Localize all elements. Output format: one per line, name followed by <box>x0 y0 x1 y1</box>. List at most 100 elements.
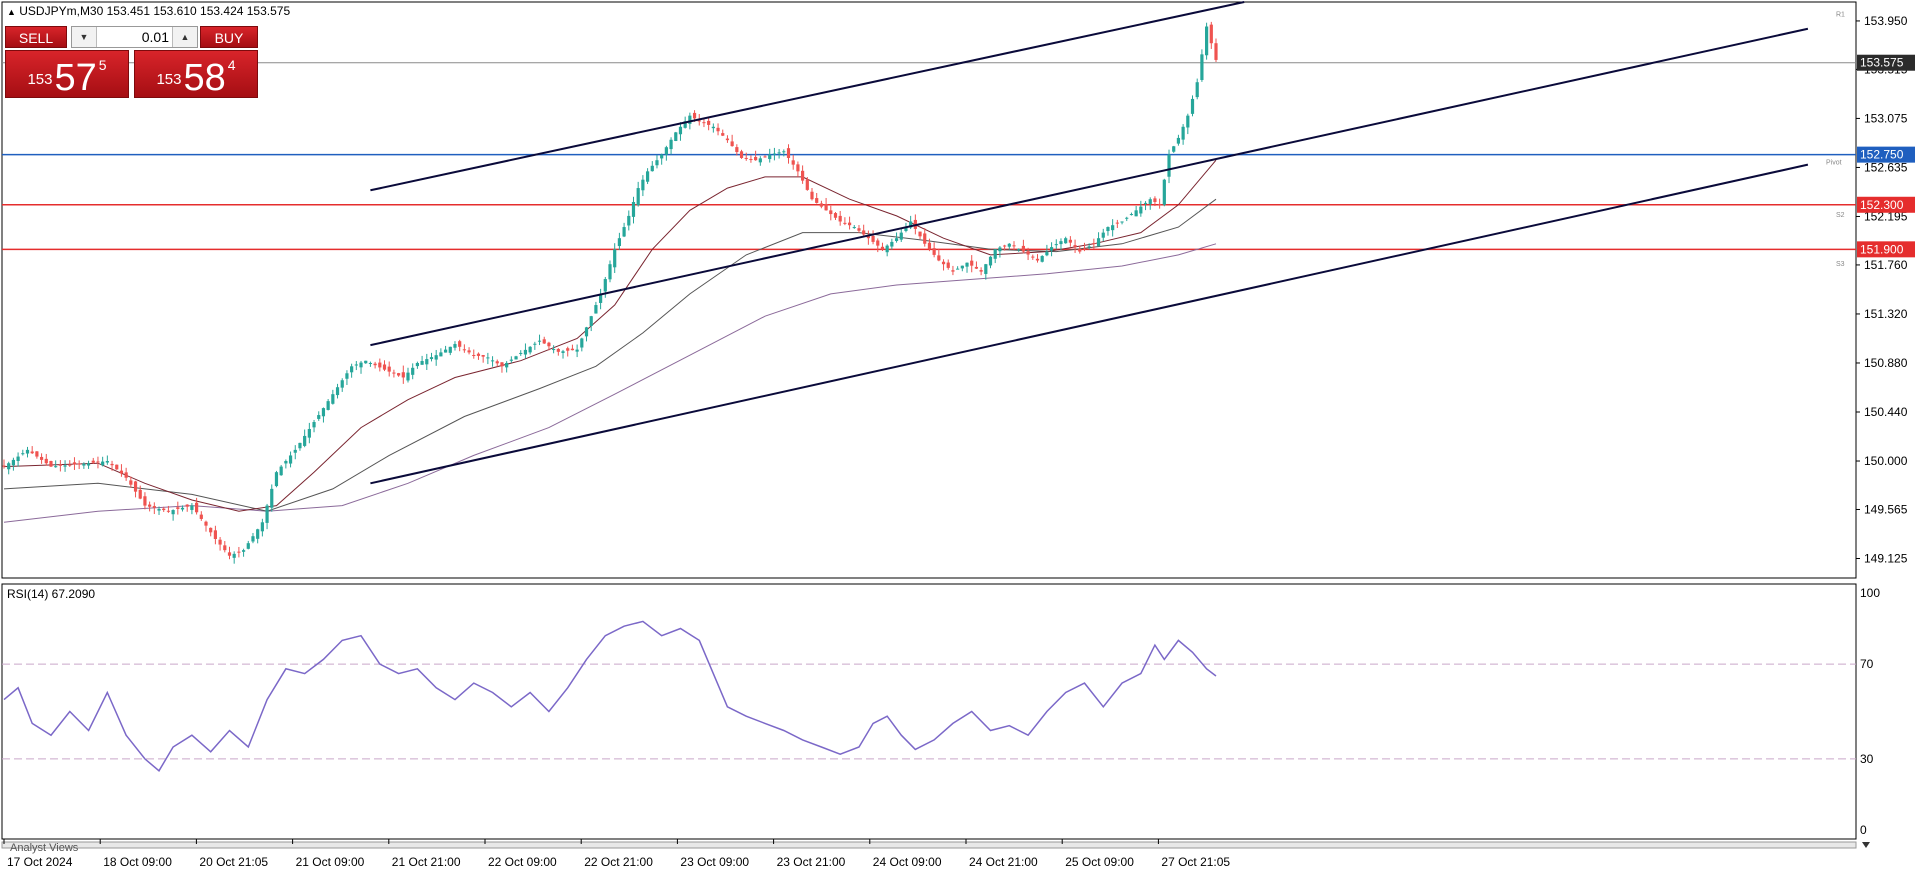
candle-body <box>467 350 471 353</box>
ask-price-button[interactable]: 15358 4 <box>134 50 258 98</box>
candle-body <box>486 357 490 359</box>
candle-body <box>448 346 452 353</box>
candle-body <box>303 435 307 446</box>
bid-prefix: 153 <box>27 71 53 88</box>
candle-body <box>509 359 513 361</box>
candle-body <box>195 502 199 513</box>
candle-body <box>415 362 419 367</box>
candle-body <box>561 351 565 353</box>
candle-body <box>655 160 659 166</box>
candle-body <box>359 362 363 368</box>
candle-body <box>1115 222 1119 224</box>
candle-body <box>86 463 91 466</box>
candle-body <box>241 550 246 552</box>
candle-body <box>542 339 546 344</box>
candle-body <box>495 361 499 364</box>
candle-body <box>772 153 777 155</box>
bid-price-button[interactable]: 15357 5 <box>5 50 129 98</box>
candle-body <box>279 466 283 476</box>
candle-body <box>923 233 927 244</box>
candle-body <box>1068 239 1072 243</box>
candle-body <box>307 428 311 438</box>
pivot-label: S2 <box>1836 212 1845 219</box>
rsi-axis-label: 30 <box>1860 752 1874 766</box>
candle-body <box>801 170 805 181</box>
candle-body <box>1176 137 1181 144</box>
rsi-axis-label: 70 <box>1860 657 1874 671</box>
candle-body <box>1209 24 1213 44</box>
candle-body <box>885 245 889 253</box>
candle-body <box>1129 214 1134 216</box>
collapse-triangle-icon[interactable]: ▲ <box>7 7 16 17</box>
candle-body <box>739 151 744 158</box>
candle-body <box>265 505 269 523</box>
candle-body <box>148 504 152 507</box>
candle-body <box>932 248 936 255</box>
candle-body <box>490 360 495 362</box>
candle-body <box>960 265 964 269</box>
candle-body <box>110 463 114 466</box>
candle-body <box>143 496 147 506</box>
candle-body <box>256 529 260 539</box>
channel-trendline <box>370 27 1809 347</box>
candle-body <box>213 530 217 540</box>
candle-body <box>645 171 650 182</box>
candle-body <box>476 353 481 356</box>
analyst-views-tab[interactable]: Analyst Views <box>10 842 78 854</box>
channel-trendline <box>370 163 1809 485</box>
candle-body <box>500 362 504 367</box>
candle-body <box>1186 115 1190 128</box>
candle-body <box>965 262 969 267</box>
candle-body <box>627 215 631 226</box>
candle-body <box>204 521 208 526</box>
symbol-ohlc-text: USDJPYm,M30 153.451 153.610 153.424 153.… <box>19 4 291 18</box>
candle-body <box>382 364 387 370</box>
candle-body <box>833 213 838 218</box>
volume-down-icon[interactable]: ▼ <box>72 27 97 47</box>
volume-input[interactable]: 0.01 <box>96 27 173 47</box>
candle-body <box>758 158 762 163</box>
candle-body <box>2 465 6 467</box>
candle-body <box>152 506 156 508</box>
candle-body <box>1200 54 1204 80</box>
candle-body <box>749 159 753 161</box>
candle-body <box>622 227 626 237</box>
candle-body <box>439 352 443 357</box>
candle-body <box>1007 243 1011 247</box>
candle-body <box>1153 198 1157 202</box>
candle-body <box>692 112 697 119</box>
candle-body <box>519 352 523 354</box>
buy-button[interactable]: BUY <box>200 26 258 48</box>
candle-body <box>157 508 161 511</box>
time-axis-label: 24 Oct 21:00 <box>969 855 1038 869</box>
candle-body <box>420 361 424 365</box>
candle-body <box>1092 243 1096 245</box>
candle-body <box>458 341 462 347</box>
chart-svg: 153.950153.515153.075152.635152.195151.7… <box>1 1 1915 869</box>
candle-body <box>21 453 25 455</box>
candle-body <box>373 363 377 366</box>
candle-body <box>462 349 466 351</box>
one-click-trading-panel: SELL ▼ 0.01 ▲ BUY 15357 5 15358 4 <box>5 26 258 98</box>
candle-body <box>1162 179 1166 205</box>
candle-body <box>979 270 983 272</box>
volume-stepper: ▼ 0.01 ▲ <box>71 26 198 48</box>
candle-body <box>1073 245 1077 248</box>
candle-body <box>270 488 274 508</box>
candle-body <box>232 553 236 558</box>
sell-button[interactable]: SELL <box>5 26 67 48</box>
time-axis-label: 18 Oct 09:00 <box>103 855 172 869</box>
candle-body <box>331 394 335 404</box>
candle-body <box>443 349 448 353</box>
candle-body <box>1148 199 1152 204</box>
candle-body <box>537 340 542 342</box>
candle-body <box>768 154 772 160</box>
price-axis-label: 149.565 <box>1864 502 1908 516</box>
candle-body <box>533 343 537 345</box>
price-axis-label: 150.880 <box>1864 356 1908 370</box>
volume-up-icon[interactable]: ▲ <box>172 27 197 47</box>
candle-body <box>354 364 358 366</box>
candle-body <box>72 462 77 465</box>
candle-body <box>716 127 720 132</box>
candle-body <box>162 508 166 511</box>
